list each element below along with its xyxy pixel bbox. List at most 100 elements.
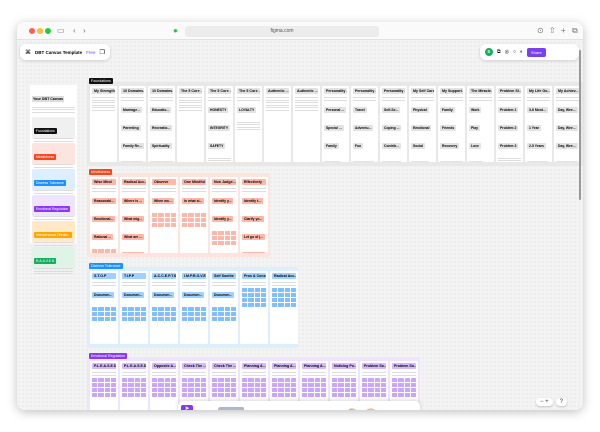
sticky-note[interactable]	[212, 312, 218, 316]
sticky-note[interactable]	[92, 307, 98, 311]
prompt-chip[interactable]: In what si...	[182, 198, 205, 204]
sticky-note[interactable]	[278, 382, 284, 387]
sticky-note[interactable]	[314, 392, 320, 397]
sticky-note[interactable]	[110, 392, 116, 397]
prompt-chip[interactable]: Educatio...	[150, 107, 172, 113]
sticky-note[interactable]	[368, 377, 374, 382]
sticky-note[interactable]	[200, 387, 206, 392]
sticky-note[interactable]	[152, 387, 158, 392]
sticky-note[interactable]	[248, 392, 254, 397]
sticky-note[interactable]	[92, 377, 98, 382]
sticky-note[interactable]	[248, 302, 254, 307]
sticky-note[interactable]	[164, 223, 170, 227]
sticky-note[interactable]	[152, 392, 158, 397]
sticky-note[interactable]	[302, 392, 308, 397]
sticky-note[interactable]	[98, 377, 104, 382]
sticky-note[interactable]	[212, 377, 218, 382]
sticky-note[interactable]	[272, 302, 278, 307]
sticky-note[interactable]	[182, 312, 188, 316]
prompt-chip[interactable]: Day, Wee...	[556, 107, 578, 113]
sticky-note[interactable]	[128, 392, 134, 397]
sticky-note[interactable]	[308, 392, 314, 397]
sticky-note[interactable]	[164, 382, 170, 387]
sticky-note[interactable]	[314, 377, 320, 382]
sticky-note[interactable]	[200, 223, 206, 227]
sticky-note[interactable]	[212, 236, 218, 240]
address-bar[interactable]: figma.com	[185, 26, 379, 37]
prompt-chip[interactable]: Friends	[440, 125, 457, 131]
prompt-chip[interactable]: Documen...	[182, 292, 205, 298]
sticky-note[interactable]	[194, 317, 200, 321]
prompt-chip[interactable]: Reasonabl...	[92, 198, 116, 204]
prompt-chip[interactable]: INTEGRITY	[208, 125, 231, 131]
sticky-note[interactable]	[332, 377, 338, 382]
sticky-note[interactable]	[404, 392, 410, 397]
board-column[interactable]: Personality ... Personal ... Special ... Fa…	[322, 86, 349, 162]
sticky-note[interactable]	[194, 307, 200, 311]
prompt-chip[interactable]: SAFETY	[208, 143, 226, 149]
prompt-chip[interactable]: Family	[440, 107, 455, 113]
sticky-note[interactable]	[170, 387, 176, 392]
prompt-chip[interactable]: Identify y...	[212, 216, 234, 222]
prompt-chip[interactable]: What mig...	[122, 216, 145, 222]
sticky-note[interactable]	[104, 392, 110, 397]
sticky-note[interactable]	[398, 382, 404, 387]
sticky-note[interactable]	[248, 377, 254, 382]
sticky-note[interactable]	[284, 297, 290, 302]
sticky-note[interactable]	[272, 292, 278, 297]
sticky-note[interactable]	[284, 387, 290, 392]
sticky-note[interactable]	[290, 382, 296, 387]
new-tab-icon[interactable]: +	[561, 26, 566, 36]
sticky-note[interactable]	[230, 231, 236, 235]
sticky-note[interactable]	[110, 387, 116, 392]
sticky-note[interactable]	[320, 382, 326, 387]
sticky-note[interactable]	[122, 387, 128, 392]
sticky-note[interactable]	[164, 317, 170, 321]
sticky-note[interactable]	[200, 312, 206, 316]
sticky-note[interactable]	[308, 382, 314, 387]
sticky-note[interactable]	[188, 387, 194, 392]
zoom-out-button[interactable]: −	[540, 399, 544, 405]
prompt-chip[interactable]: How do I...	[353, 161, 374, 162]
sticky-note[interactable]	[98, 392, 104, 397]
sticky-note[interactable]	[230, 307, 236, 311]
sticky-note[interactable]	[212, 382, 218, 387]
sticky-note[interactable]	[92, 249, 98, 253]
sticky-note[interactable]	[302, 387, 308, 392]
sticky-note[interactable]	[224, 307, 230, 311]
prompt-chip[interactable]: 3-6 Mont...	[527, 107, 548, 113]
file-title[interactable]: DBT Canvas Template	[35, 50, 82, 55]
sticky-note[interactable]	[182, 392, 188, 397]
sticky-note[interactable]	[284, 377, 290, 382]
board-column[interactable]: 10 Domains... Marriage... Parenting Family …	[119, 86, 146, 162]
sticky-note[interactable]	[104, 382, 110, 387]
sticky-note[interactable]	[164, 218, 170, 222]
sticky-note[interactable]	[308, 387, 314, 392]
sticky-note[interactable]	[218, 377, 224, 382]
prompt-chip[interactable]: Recovery	[440, 143, 460, 149]
board-column[interactable]: P.L.E.A.S.E.D	[90, 361, 118, 410]
prompt-chip[interactable]: Parenting	[121, 125, 141, 131]
board-column[interactable]: Effectively Identify t... Clarify yo... Let…	[240, 177, 268, 253]
sticky-note[interactable]	[200, 213, 206, 217]
prompt-chip[interactable]: Charact...	[382, 161, 402, 162]
present-icon[interactable]: ⧉	[497, 49, 501, 55]
sticky-note[interactable]	[152, 312, 158, 316]
prompt-chip[interactable]: What are ...	[122, 234, 145, 240]
sticky-note[interactable]	[338, 392, 344, 397]
sticky-note[interactable]	[98, 317, 104, 321]
sticky-note[interactable]	[182, 317, 188, 321]
sticky-note[interactable]	[158, 307, 164, 311]
sticky-note[interactable]	[362, 392, 368, 397]
sticky-note[interactable]	[260, 382, 266, 387]
sticky-note[interactable]	[404, 377, 410, 382]
layers-icon[interactable]: ❐	[99, 49, 104, 56]
prompt-chip[interactable]: Where is ...	[122, 198, 144, 204]
sticky-note[interactable]	[248, 297, 254, 302]
sticky-note[interactable]	[254, 382, 260, 387]
prompt-chip[interactable]: 5-10 Years	[527, 161, 548, 162]
sticky-note[interactable]	[104, 377, 110, 382]
ai-icon[interactable]: ◐	[520, 49, 523, 55]
sticky-note[interactable]	[158, 317, 164, 321]
sticky-note[interactable]	[248, 292, 254, 297]
